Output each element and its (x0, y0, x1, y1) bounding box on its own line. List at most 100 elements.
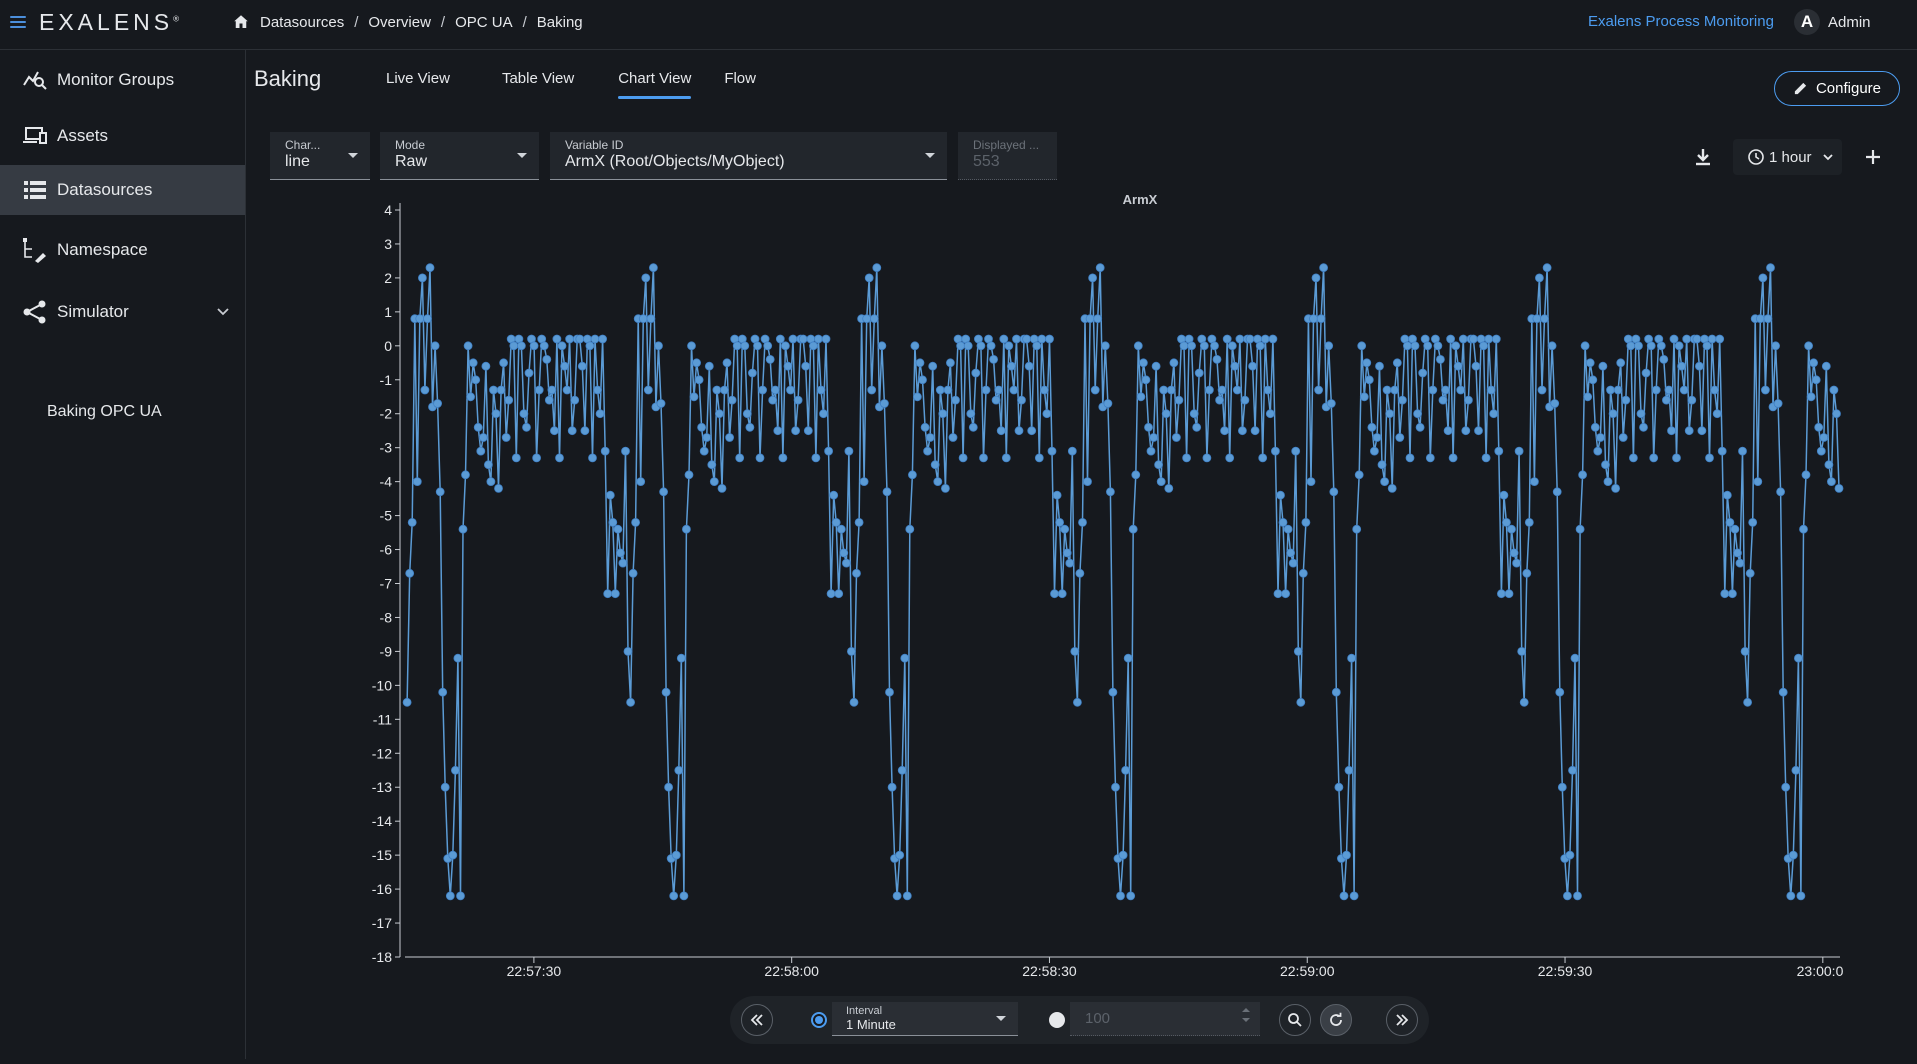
data-point (1040, 385, 1049, 395)
refresh-button[interactable] (1320, 1004, 1352, 1036)
double-chevron-right-icon (1396, 1014, 1409, 1026)
data-point (1832, 409, 1841, 419)
data-point (1656, 341, 1666, 351)
data-point (1281, 589, 1290, 599)
data-point (1504, 589, 1514, 599)
data-point (834, 589, 844, 599)
data-point (669, 891, 679, 901)
count-radio[interactable] (1049, 1012, 1065, 1028)
data-point (1415, 422, 1425, 432)
data-point (483, 460, 493, 470)
data-point (1809, 358, 1818, 368)
data-point (1532, 314, 1542, 324)
data-point (534, 385, 544, 395)
data-point (519, 409, 529, 419)
data-point (1469, 334, 1478, 344)
data-point (1494, 446, 1504, 456)
data-point (1816, 446, 1826, 456)
data-point (1042, 409, 1052, 419)
data-point (676, 653, 686, 663)
data-point (1286, 548, 1295, 558)
data-point (1392, 358, 1402, 368)
data-point (1009, 385, 1019, 395)
data-point (1210, 341, 1219, 351)
data-point (869, 314, 879, 324)
data-point (811, 453, 821, 463)
interval-radio[interactable] (811, 1012, 827, 1028)
data-point (1636, 409, 1646, 419)
data-point (628, 568, 638, 578)
data-point (1316, 314, 1326, 324)
interval-select[interactable]: Interval 1 Minute (832, 1002, 1018, 1036)
data-point (994, 385, 1004, 395)
data-point (1052, 490, 1062, 500)
search-button[interactable] (1279, 1004, 1311, 1036)
data-point (423, 314, 432, 324)
data-point (588, 453, 597, 463)
data-point (763, 341, 773, 351)
y-tick-label: -3 (380, 440, 393, 456)
data-point (1385, 409, 1395, 419)
data-point (1055, 518, 1064, 527)
data-point (1398, 395, 1407, 405)
data-point (765, 354, 775, 364)
data-point (1034, 453, 1044, 463)
data-point (1596, 433, 1605, 442)
data-point (1491, 334, 1501, 344)
data-point (951, 395, 960, 405)
data-point (1062, 548, 1072, 558)
data-point (1182, 453, 1191, 463)
data-point (1202, 453, 1212, 463)
data-point (781, 341, 790, 351)
data-point (440, 782, 450, 792)
data-point (1720, 589, 1730, 599)
count-input[interactable]: 100 (1070, 1002, 1260, 1036)
data-point (692, 358, 701, 368)
data-point (1410, 341, 1420, 351)
rewind-button[interactable] (741, 1004, 773, 1036)
count-stepper[interactable] (1242, 1008, 1250, 1028)
data-point (1707, 334, 1717, 344)
data-point (1776, 487, 1785, 497)
data-point (636, 477, 646, 487)
data-point (1311, 273, 1321, 283)
data-point (697, 422, 706, 432)
data-point (1149, 433, 1158, 442)
data-point (897, 765, 907, 775)
data-point (1821, 361, 1831, 371)
line-chart[interactable]: ArmX 4 3 2 1 0 -1 -2 -3 -4 -5 -6 -7 -8 -9 -10 -11 -12 -13 -… (0, 0, 1917, 1059)
data-point (1090, 385, 1100, 395)
data-point (522, 422, 531, 432)
data-point (433, 399, 443, 408)
data-point (1565, 850, 1575, 860)
data-point (415, 314, 425, 324)
data-point (1405, 453, 1415, 463)
data-point (1433, 341, 1443, 351)
data-point (1187, 341, 1196, 351)
data-point (1326, 399, 1336, 408)
data-point (1111, 782, 1120, 792)
data-point (1819, 433, 1829, 442)
data-point (831, 518, 841, 527)
data-point (877, 341, 887, 351)
y-tick-label: -16 (372, 881, 392, 897)
data-point (1095, 263, 1105, 273)
data-point (1380, 477, 1389, 487)
data-point (1791, 765, 1801, 775)
data-point (707, 460, 717, 470)
data-point (1806, 392, 1816, 402)
data-point (1438, 395, 1448, 405)
data-point (1530, 477, 1539, 487)
data-point (671, 850, 681, 860)
data-point (626, 697, 635, 707)
forward-button[interactable] (1386, 1004, 1418, 1036)
x-tick-label: 22:59:30 (1538, 963, 1593, 979)
data-point (1319, 263, 1328, 273)
data-point (1189, 409, 1199, 419)
data-point (1575, 524, 1585, 534)
data-point (1781, 782, 1791, 792)
data-point (417, 273, 427, 283)
data-point (529, 341, 539, 351)
data-point (1801, 470, 1811, 480)
data-point (1390, 385, 1400, 395)
